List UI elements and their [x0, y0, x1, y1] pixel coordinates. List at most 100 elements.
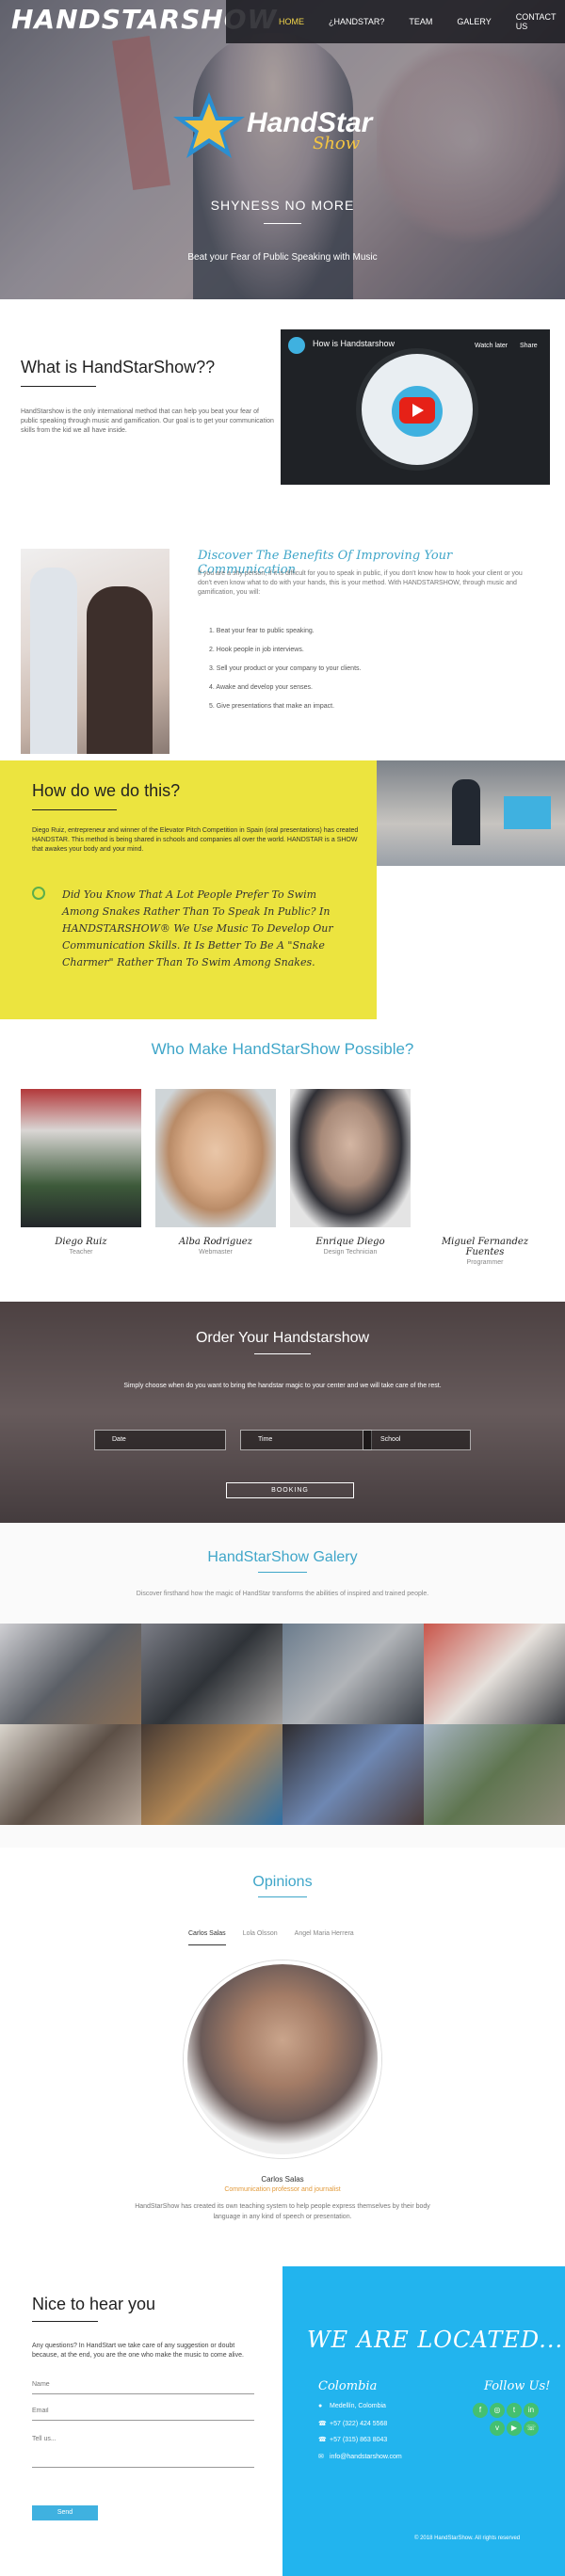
copyright-text: © 2018 HandStarShow. All rights reserved	[414, 2536, 521, 2541]
message-field[interactable]	[32, 2430, 254, 2468]
benefits-section: Discover The Benefits Of Improving Your …	[0, 549, 565, 760]
gallery-image[interactable]	[282, 1624, 424, 1724]
opinions-divider	[258, 1896, 307, 1897]
whatsapp-icon[interactable]: ☏	[524, 2421, 539, 2436]
nav-home[interactable]: HOME	[279, 17, 304, 26]
phone-text[interactable]: +57 (322) 424 5568	[330, 2421, 387, 2427]
booking-button[interactable]: BOOKING	[226, 1482, 354, 1498]
how-photo-banner	[504, 796, 551, 829]
follow-us-label: Follow Us!	[484, 2379, 551, 2393]
opinion-quote: HandStarShow has created its own teachin…	[135, 2203, 430, 2220]
opinion-role: Communication professor and journalist	[224, 2186, 341, 2193]
benefits-photo-person-right	[87, 586, 153, 754]
twitter-icon[interactable]: t	[507, 2403, 522, 2418]
channel-avatar[interactable]	[288, 337, 305, 354]
phone-item: ☎ +57 (322) 424 5568	[318, 2420, 387, 2427]
gallery-text: Discover firsthand how the magic of Hand…	[136, 1591, 429, 1597]
nav-handstar[interactable]: ¿HANDSTAR?	[329, 17, 384, 26]
gallery-image[interactable]	[282, 1724, 424, 1825]
address-item: ● Medellín, Colombia	[318, 2403, 386, 2409]
benefits-photo	[21, 549, 170, 754]
location-panel: WE ARE LOCATED... Colombia Follow Us! ● M…	[282, 2266, 565, 2576]
gallery-image[interactable]	[424, 1724, 565, 1825]
list-item: 1. Beat your fear to public speaking.	[209, 628, 315, 634]
team-section: Who Make HandStarShow Possible? Diego Ru…	[0, 1019, 565, 1302]
facebook-icon[interactable]: f	[473, 2403, 488, 2418]
gallery-image[interactable]	[141, 1724, 282, 1825]
linkedin-icon[interactable]: in	[524, 2403, 539, 2418]
video-player[interactable]: How is Handstarshow Watch later Share	[281, 329, 550, 485]
star-logo-icon	[173, 92, 245, 158]
lightbulb-icon	[32, 887, 45, 900]
team-title: Who Make HandStarShow Possible?	[151, 1040, 414, 1058]
hero-title: SHYNESS NO MORE	[210, 198, 355, 213]
opinion-name: Carlos Salas	[261, 2175, 304, 2184]
email-field[interactable]	[32, 2402, 254, 2421]
team-member-photo	[21, 1089, 141, 1227]
gallery-image[interactable]	[0, 1624, 141, 1724]
envelope-icon: ✉	[318, 2454, 324, 2460]
watch-later-button[interactable]: Watch later	[475, 343, 508, 349]
what-title: What is HandStarShow??	[21, 358, 216, 376]
nav-team[interactable]: TEAM	[409, 17, 432, 26]
instagram-icon[interactable]: ◎	[490, 2403, 505, 2418]
how-text: Diego Ruiz, entrepreneur and winner of t…	[32, 827, 359, 853]
location-country: Colombia	[318, 2379, 378, 2393]
gallery-image[interactable]	[141, 1624, 282, 1724]
tab-carlos-salas[interactable]: Carlos Salas	[188, 1927, 226, 1945]
opinions-title: Opinions	[252, 1874, 313, 1890]
tab-angel-maria-herrera[interactable]: Angel Maria Herrera	[295, 1927, 354, 1945]
team-member-role: Webmaster	[199, 1249, 233, 1256]
date-input[interactable]: Date	[94, 1430, 226, 1450]
address-text: Medellín, Colombia	[330, 2403, 386, 2409]
benefits-text: If you are a shy person, if it is diffic…	[198, 570, 523, 596]
navbar: HANDSTARSHOW HOME ¿HANDSTAR? TEAM GALERY…	[0, 0, 565, 43]
tab-lola-olsson[interactable]: Lola Olsson	[243, 1927, 278, 1945]
video-title[interactable]: How is Handstarshow	[313, 339, 395, 348]
school-select[interactable]: School	[363, 1430, 471, 1450]
play-icon[interactable]	[399, 397, 435, 424]
list-item: 4. Awake and develop your senses.	[209, 684, 314, 691]
team-member-role: Teacher	[69, 1249, 93, 1256]
what-text: HandStarshow is the only international m…	[21, 408, 274, 434]
share-button[interactable]: Share	[520, 343, 538, 349]
gallery-divider	[258, 1572, 307, 1573]
map-pin-icon: ●	[318, 2403, 323, 2409]
youtube-icon[interactable]: ▶	[507, 2421, 522, 2436]
hero-section: HANDSTARSHOW HOME ¿HANDSTAR? TEAM GALERY…	[0, 0, 565, 299]
email-text[interactable]: info@handstarshow.com	[330, 2454, 402, 2460]
nav-links: HOME ¿HANDSTAR? TEAM GALERY CONTACT US E…	[279, 0, 565, 43]
team-member-name: Miguel Fernandez Fuentes	[441, 1237, 529, 1257]
send-button[interactable]: Send	[32, 2505, 98, 2520]
contact-form: Nice to hear you Any questions? In HandS…	[0, 2266, 282, 2576]
opinions-section: Opinions Carlos Salas Lola Olsson Angel …	[0, 1848, 565, 2266]
team-member: Enrique Diego Design Technician	[290, 1089, 411, 1256]
what-is-section: What is HandStarShow?? HandStarshow is t…	[0, 299, 565, 549]
how-quote: Did You Know That A Lot People Prefer To…	[62, 888, 333, 968]
gallery-section: HandStarShow Galery Discover firsthand h…	[0, 1523, 565, 1848]
team-member: Alba Rodriguez Webmaster	[155, 1089, 276, 1256]
booking-title: Order Your Handstarshow	[195, 1330, 370, 1346]
phone-text[interactable]: +57 (315) 863 8043	[330, 2437, 387, 2443]
hero-subtitle: Beat your Fear of Public Speaking with M…	[187, 252, 378, 263]
benefits-list: 1. Beat your fear to public speaking. 2.…	[198, 628, 537, 722]
gallery-image[interactable]	[0, 1724, 141, 1825]
nav-contact[interactable]: CONTACT US	[516, 12, 557, 31]
email-item: ✉ info@handstarshow.com	[318, 2453, 402, 2460]
how-photo	[377, 760, 565, 866]
time-input[interactable]: Time	[240, 1430, 372, 1450]
vimeo-icon[interactable]: v	[490, 2421, 505, 2436]
how-title: How do we do this?	[32, 781, 181, 800]
name-field[interactable]	[32, 2376, 254, 2394]
contact-title: Nice to hear you	[32, 2295, 156, 2313]
team-member-name: Alba Rodriguez	[179, 1237, 252, 1247]
team-member-photo	[290, 1089, 411, 1227]
nav-galery[interactable]: GALERY	[457, 17, 491, 26]
phone-item: ☎ +57 (315) 863 8043	[318, 2436, 387, 2443]
contact-underline	[32, 2321, 98, 2322]
list-item: 5. Give presentations that make an impac…	[209, 703, 335, 710]
team-member-role: Design Technician	[323, 1249, 378, 1256]
team-member: Diego Ruiz Teacher	[21, 1089, 141, 1256]
gallery-image[interactable]	[424, 1624, 565, 1724]
booking-divider	[254, 1353, 311, 1354]
